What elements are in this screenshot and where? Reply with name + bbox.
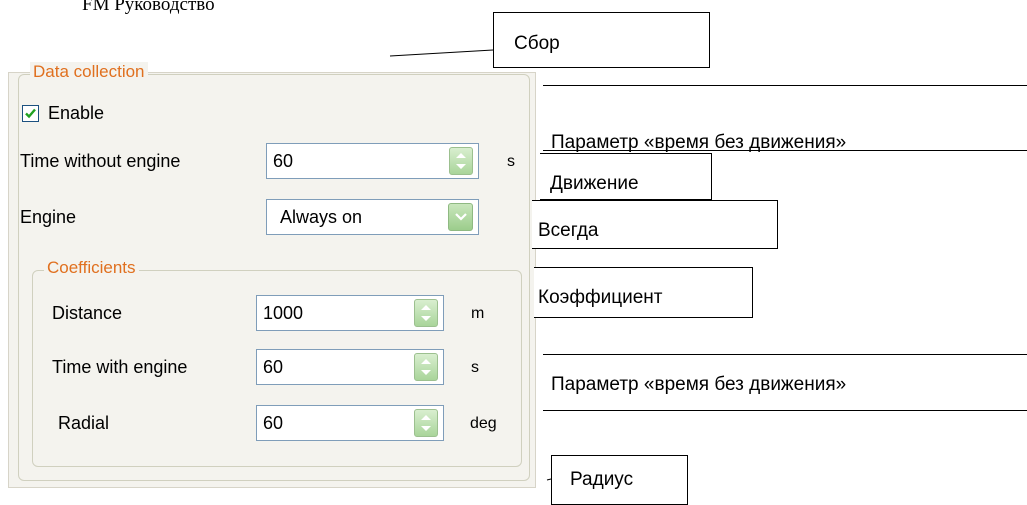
callout-koefficient-text: Коэффициент — [538, 287, 663, 308]
callout-sbor: Сбор — [493, 12, 710, 68]
callout-sbor-text: Сбор — [514, 33, 560, 54]
callout-vsegda-text: Всегда — [538, 220, 599, 241]
callout-radius-text: Радиус — [570, 469, 634, 490]
callout-line — [543, 410, 1027, 411]
callout-line — [543, 150, 1027, 151]
callout-radius: Радиус — [551, 455, 688, 505]
callout-dvizhenie: Движение — [540, 153, 712, 200]
callout-vsegda: Всегда — [532, 200, 778, 249]
callout-connectors — [389, 49, 552, 481]
callout-line — [543, 354, 1027, 355]
callout-line — [543, 85, 1027, 86]
callout-dvizhenie-text: Движение — [550, 173, 639, 194]
callout-koefficient: Коэффициент — [534, 267, 753, 318]
callout-param-time-2: Параметр «время без движения» — [551, 374, 847, 395]
